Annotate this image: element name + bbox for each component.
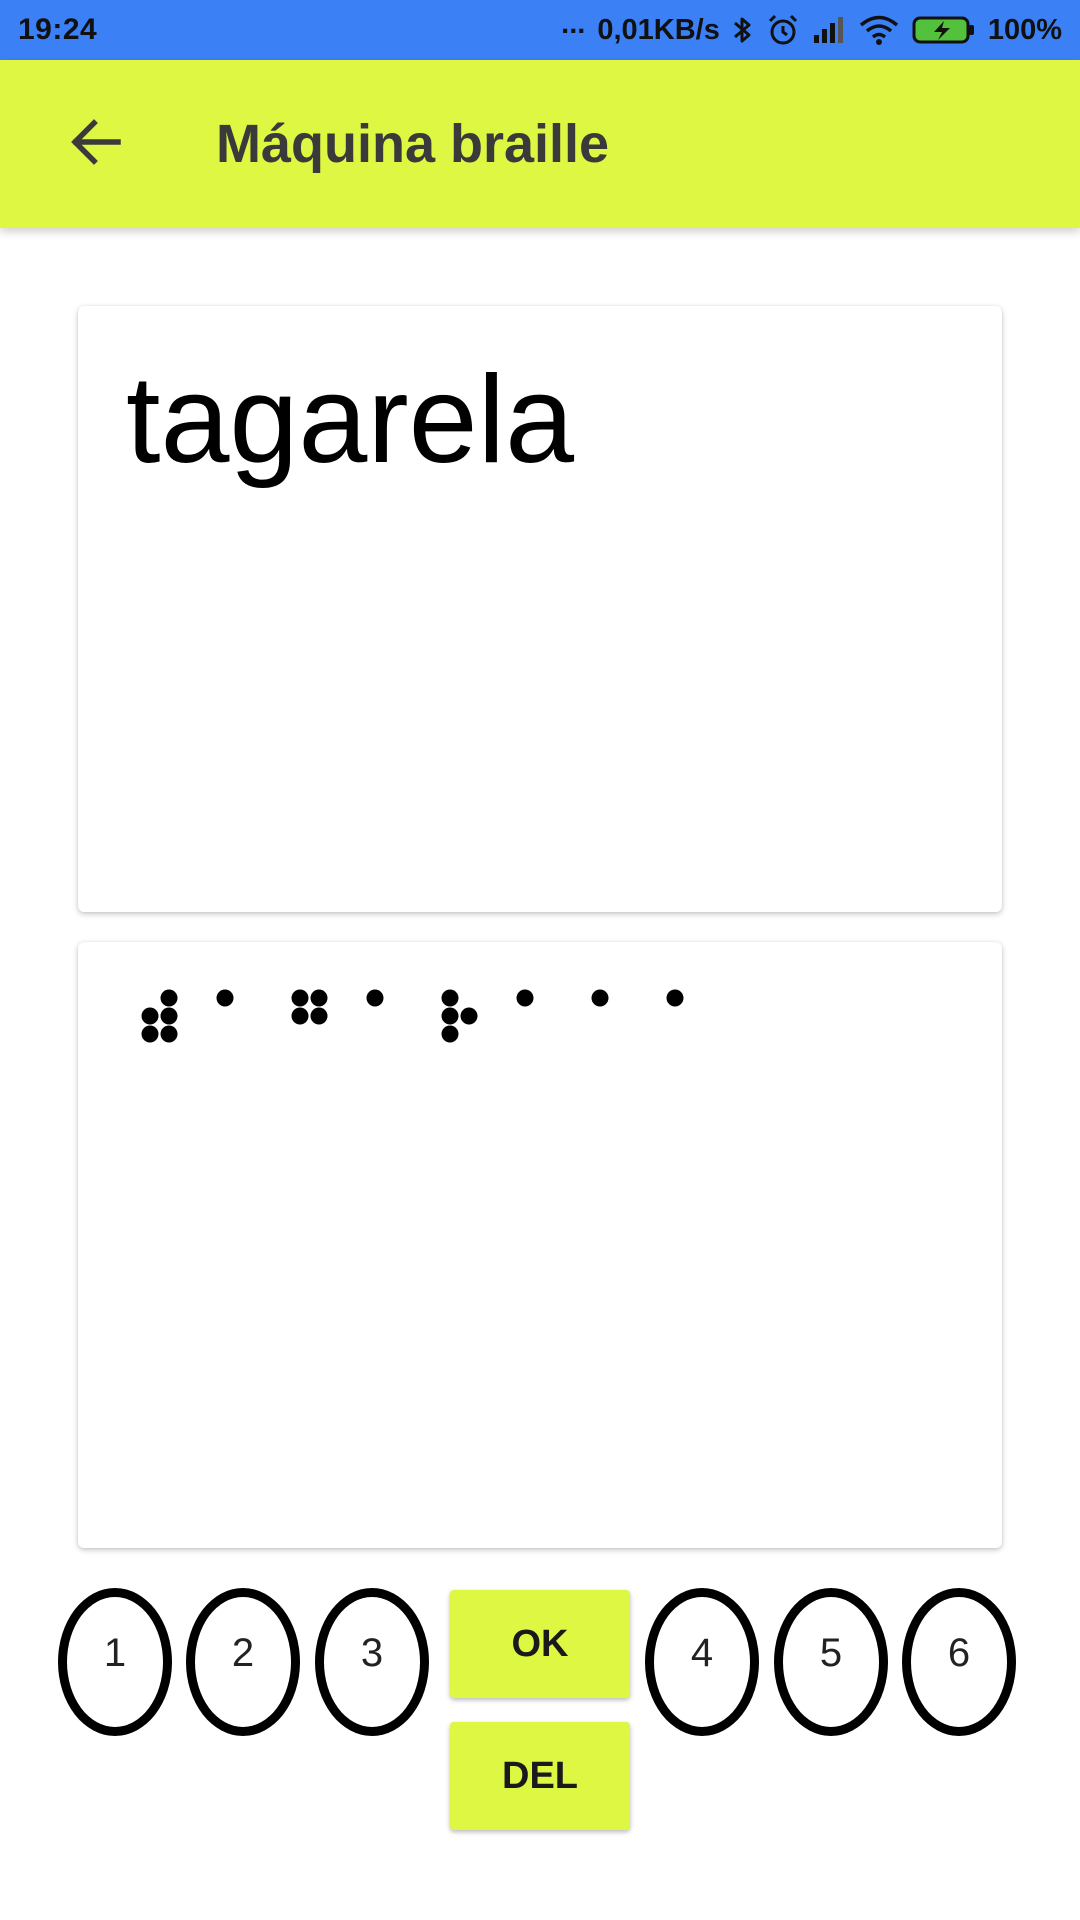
bluetooth-icon bbox=[732, 14, 754, 46]
braille-dot bbox=[666, 989, 684, 1007]
braille-dot bbox=[141, 1007, 159, 1025]
braille-output bbox=[140, 978, 980, 1068]
braille-dot bbox=[366, 989, 384, 1007]
braille-dot bbox=[216, 989, 234, 1007]
translated-text: tagarela bbox=[126, 351, 575, 489]
status-bar: 19:24 ... 0,01KB/s 100% bbox=[0, 0, 1080, 60]
braille-dot bbox=[460, 1007, 478, 1025]
braille-dot bbox=[291, 989, 309, 1007]
braille-cell bbox=[591, 989, 609, 1007]
dot-key-4[interactable]: 4 bbox=[645, 1588, 759, 1736]
braille-cell bbox=[666, 989, 684, 1007]
braille-dot bbox=[160, 989, 178, 1007]
text-card: tagarela bbox=[78, 306, 1002, 912]
back-button[interactable] bbox=[52, 100, 140, 188]
braille-dot bbox=[441, 1007, 459, 1025]
del-button[interactable]: DEL bbox=[450, 1722, 630, 1830]
status-icons: ... 0,01KB/s 100% bbox=[561, 8, 1062, 47]
braille-cell bbox=[291, 989, 328, 1025]
alarm-icon bbox=[766, 13, 800, 47]
dot-key-1[interactable]: 1 bbox=[58, 1588, 172, 1736]
status-dots: ... bbox=[561, 7, 586, 40]
wifi-icon bbox=[858, 14, 900, 46]
braille-dot bbox=[291, 1007, 309, 1025]
braille-cell bbox=[141, 989, 178, 1043]
braille-cell bbox=[366, 989, 384, 1007]
network-speed: 0,01KB/s bbox=[597, 13, 720, 46]
braille-cell bbox=[216, 989, 234, 1007]
status-time: 19:24 bbox=[18, 13, 98, 46]
braille-dot bbox=[516, 989, 534, 1007]
braille-dot bbox=[160, 1007, 178, 1025]
braille-card bbox=[78, 942, 1002, 1548]
braille-dot bbox=[441, 989, 459, 1007]
braille-dot bbox=[141, 1025, 159, 1043]
app-bar: Máquina braille bbox=[0, 60, 1080, 228]
braille-cell bbox=[441, 989, 478, 1043]
braille-dot bbox=[160, 1025, 178, 1043]
dot-key-5[interactable]: 5 bbox=[774, 1588, 888, 1736]
signal-icon bbox=[812, 15, 846, 45]
arrow-back-icon bbox=[68, 114, 124, 175]
braille-dot bbox=[591, 989, 609, 1007]
braille-dot bbox=[310, 989, 328, 1007]
braille-dot bbox=[310, 1007, 328, 1025]
braille-cell bbox=[516, 989, 534, 1007]
braille-dot bbox=[441, 1025, 459, 1043]
battery-percent: 100% bbox=[987, 13, 1062, 46]
page-title: Máquina braille bbox=[216, 114, 610, 174]
ok-button[interactable]: OK bbox=[450, 1590, 630, 1698]
braille-svg bbox=[141, 989, 684, 1043]
dot-key-6[interactable]: 6 bbox=[902, 1588, 1016, 1736]
dot-key-3[interactable]: 3 bbox=[315, 1588, 429, 1736]
dot-key-2[interactable]: 2 bbox=[186, 1588, 300, 1736]
battery-charging-icon bbox=[912, 14, 976, 46]
